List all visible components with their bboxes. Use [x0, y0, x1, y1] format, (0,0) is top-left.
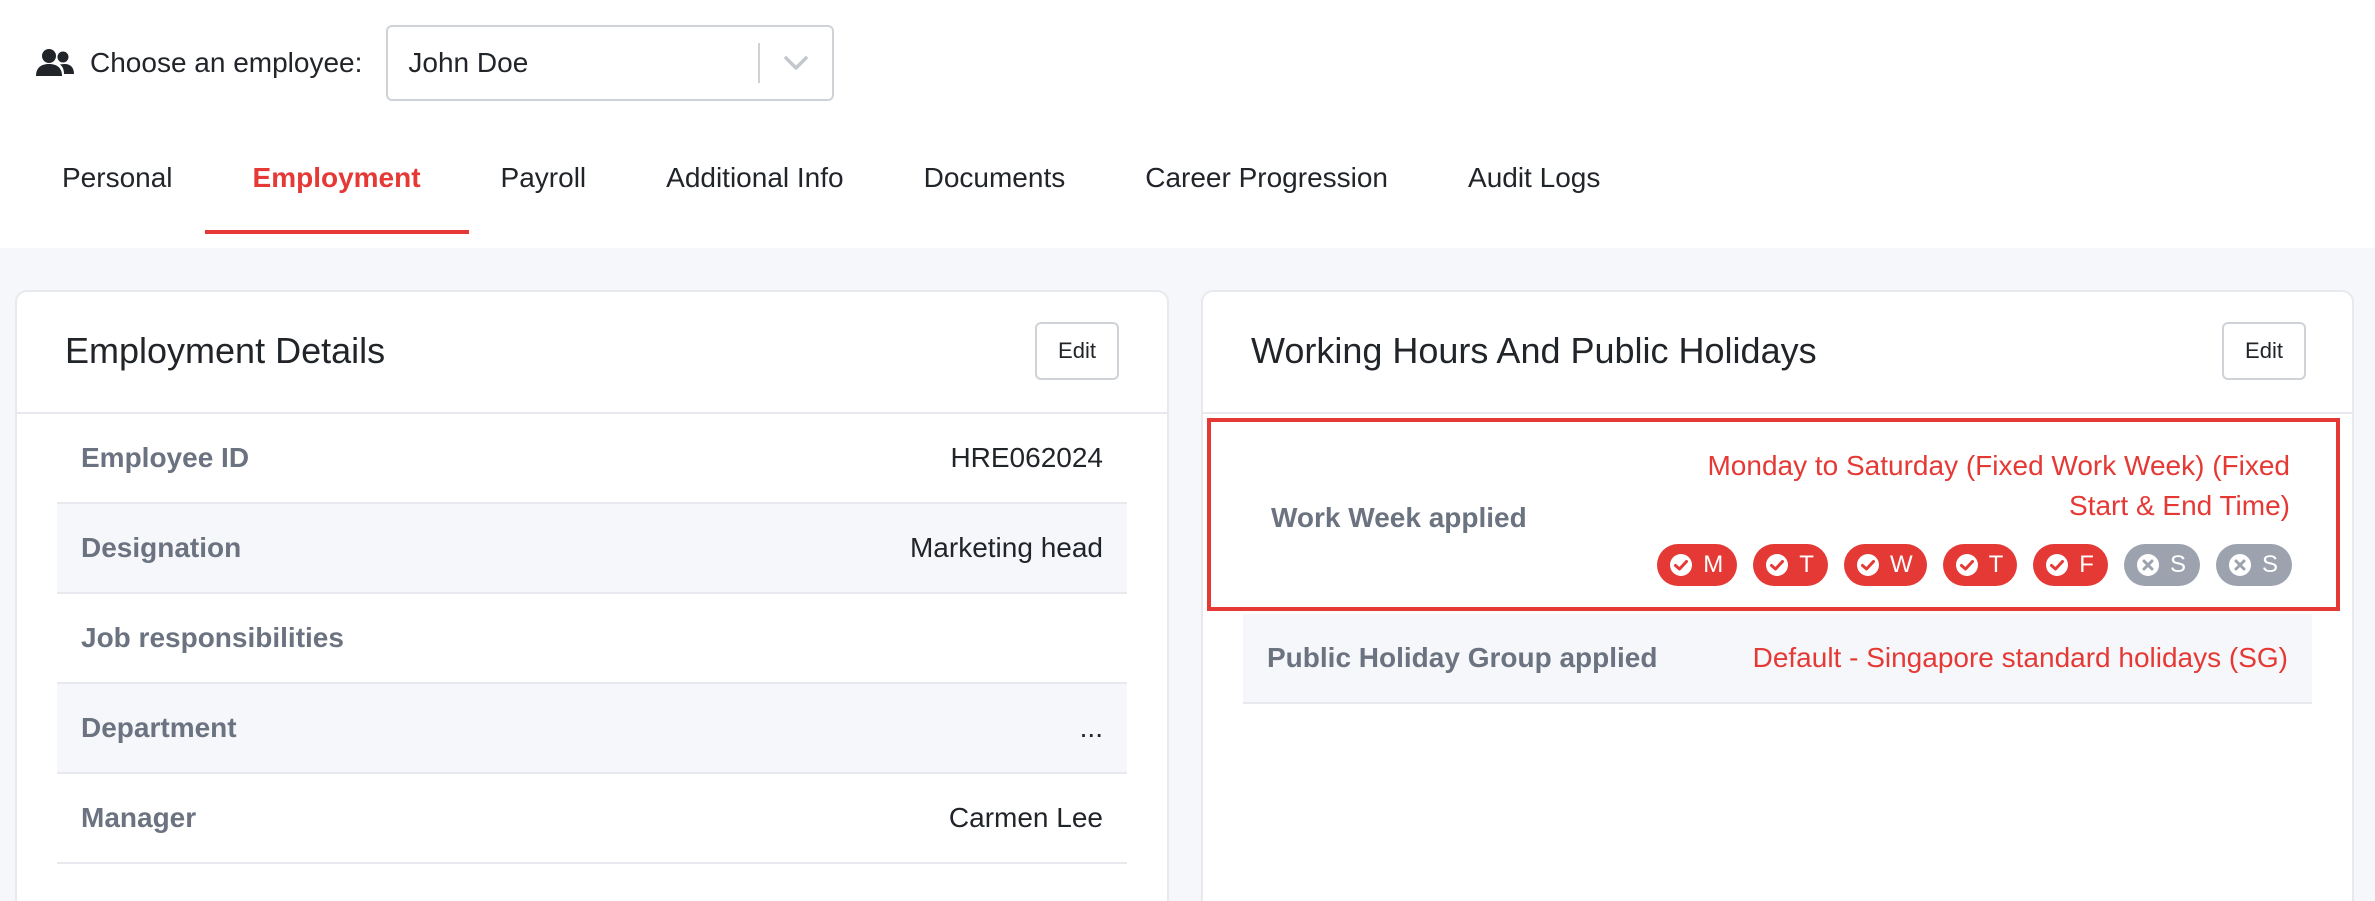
- table-row: Department ...: [57, 684, 1127, 774]
- day-pill: S: [2123, 544, 2200, 586]
- tab-personal[interactable]: Personal: [30, 138, 205, 234]
- public-holiday-label: Public Holiday Group applied: [1267, 642, 1658, 673]
- card-header: Employment Details Edit: [17, 292, 1167, 414]
- check-circle-icon: [1765, 553, 1789, 577]
- tab-career-progression[interactable]: Career Progression: [1113, 138, 1420, 234]
- work-day-pills: MTWTFSS: [1657, 544, 2292, 586]
- employee-select[interactable]: John Doe: [386, 25, 835, 101]
- top-bar: Choose an employee: John Doe Personal Em…: [0, 0, 2375, 248]
- card-header: Working Hours And Public Holidays Edit: [1203, 292, 2352, 414]
- tab-audit-logs[interactable]: Audit Logs: [1436, 138, 1632, 234]
- tab-bar: Personal Employment Payroll Additional I…: [30, 138, 1632, 234]
- check-circle-icon: [1856, 553, 1880, 577]
- day-pill: W: [1843, 544, 1927, 586]
- day-letter: T: [1799, 551, 1814, 578]
- card-title: Working Hours And Public Holidays: [1251, 330, 1817, 371]
- working-hours-card: Working Hours And Public Holidays Edit W…: [1201, 290, 2354, 901]
- row-label: Employee ID: [81, 442, 250, 473]
- day-letter: M: [1703, 551, 1724, 578]
- table-row: Designation Marketing head: [57, 504, 1127, 594]
- check-circle-icon: [1669, 553, 1693, 577]
- people-icon: [36, 48, 74, 78]
- row-value: ...: [1079, 712, 1103, 743]
- work-week-label: Work Week applied: [1271, 502, 1527, 533]
- row-value: HRE062024: [950, 442, 1103, 473]
- day-letter: T: [1988, 551, 2004, 578]
- edit-employment-button[interactable]: Edit: [1035, 322, 1119, 380]
- check-circle-icon: [1955, 553, 1979, 577]
- row-label: Department: [81, 712, 237, 743]
- work-week-value: Monday to Saturday (Fixed Work Week) (Fi…: [1707, 450, 2290, 521]
- day-letter: S: [2261, 551, 2278, 578]
- chevron-down-icon[interactable]: [760, 55, 832, 71]
- tab-employment[interactable]: Employment: [204, 138, 469, 234]
- x-circle-icon: [2136, 553, 2160, 577]
- work-week-highlight: Work Week applied Monday to Saturday (Fi…: [1207, 418, 2340, 611]
- choose-employee-label: Choose an employee:: [90, 47, 363, 78]
- public-holiday-row: Public Holiday Group applied Default - S…: [1243, 614, 2312, 704]
- day-letter: W: [1889, 551, 1913, 578]
- table-row: Manager Carmen Lee: [57, 774, 1127, 864]
- row-label: Manager: [81, 802, 197, 833]
- row-label: Designation: [81, 532, 242, 563]
- day-pill: S: [2215, 544, 2292, 586]
- day-pill: T: [1942, 544, 2018, 586]
- day-pill: M: [1657, 544, 1738, 586]
- row-label: Job responsibilities: [81, 622, 344, 653]
- x-circle-icon: [2228, 553, 2252, 577]
- card-title: Employment Details: [65, 330, 386, 371]
- day-letter: S: [2169, 551, 2186, 578]
- row-value: Carmen Lee: [948, 802, 1103, 833]
- row-value: Marketing head: [909, 532, 1103, 563]
- employee-selector: Choose an employee: John Doe: [36, 25, 835, 101]
- tab-documents[interactable]: Documents: [892, 138, 1098, 234]
- day-letter: F: [2079, 551, 2094, 578]
- edit-working-hours-button[interactable]: Edit: [2222, 322, 2306, 380]
- employee-select-value: John Doe: [408, 47, 529, 78]
- check-circle-icon: [2045, 553, 2069, 577]
- table-row: Employee ID HRE062024: [57, 414, 1127, 504]
- day-pill: T: [1753, 544, 1828, 586]
- table-row: Job responsibilities: [57, 594, 1127, 684]
- tab-additional-info[interactable]: Additional Info: [634, 138, 875, 234]
- day-pill: F: [2033, 544, 2108, 586]
- tab-payroll[interactable]: Payroll: [469, 138, 619, 234]
- details-list: Employee ID HRE062024 Designation Market…: [57, 414, 1127, 864]
- employment-details-card: Employment Details Edit Employee ID HRE0…: [15, 290, 1169, 901]
- public-holiday-value: Default - Singapore standard holidays (S…: [1752, 642, 2288, 673]
